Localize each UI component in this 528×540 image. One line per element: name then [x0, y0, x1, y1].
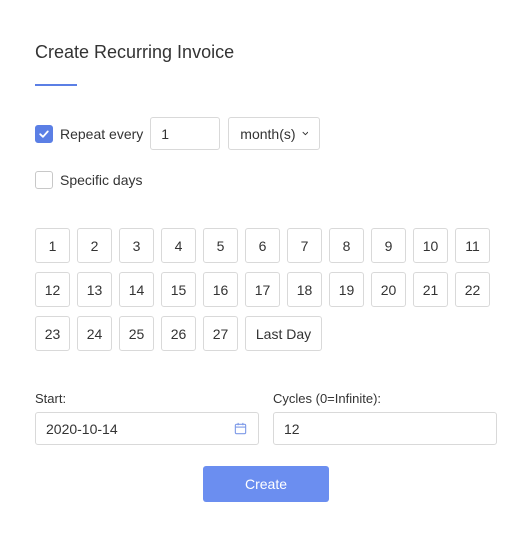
day-button-10[interactable]: 10	[413, 228, 448, 263]
day-button-25[interactable]: 25	[119, 316, 154, 351]
repeat-interval-input[interactable]: 1	[150, 117, 221, 150]
day-button-19[interactable]: 19	[329, 272, 364, 307]
specific-days-row: Specific days	[35, 171, 142, 189]
start-date-value: 2020-10-14	[46, 420, 118, 437]
cycles-label: Cycles (0=Infinite):	[273, 391, 382, 406]
checkmark-icon	[39, 130, 49, 138]
day-button-20[interactable]: 20	[371, 272, 406, 307]
start-date-input[interactable]: 2020-10-14	[35, 412, 259, 445]
day-button-12[interactable]: 12	[35, 272, 70, 307]
day-button-8[interactable]: 8	[329, 228, 364, 263]
calendar-icon[interactable]	[233, 421, 248, 436]
day-button-26[interactable]: 26	[161, 316, 196, 351]
repeat-unit-select[interactable]: month(s)	[228, 117, 321, 150]
day-button-2[interactable]: 2	[77, 228, 112, 263]
day-button-14[interactable]: 14	[119, 272, 154, 307]
start-label: Start:	[35, 391, 67, 406]
day-button-24[interactable]: 24	[77, 316, 112, 351]
day-button-18[interactable]: 18	[287, 272, 322, 307]
day-button-23[interactable]: 23	[35, 316, 70, 351]
day-button-11[interactable]: 11	[455, 228, 490, 263]
cycles-value: 12	[284, 420, 300, 437]
day-button-6[interactable]: 6	[245, 228, 280, 263]
day-button-4[interactable]: 4	[161, 228, 196, 263]
repeat-label: Repeat every	[60, 125, 144, 142]
day-button-5[interactable]: 5	[203, 228, 238, 263]
repeat-unit-value: month(s)	[240, 125, 296, 142]
day-button-15[interactable]: 15	[161, 272, 196, 307]
dialog-title: Create Recurring Invoice	[35, 42, 235, 62]
day-button-22[interactable]: 22	[455, 272, 490, 307]
create-button[interactable]: Create	[203, 466, 329, 502]
chevron-down-icon	[302, 131, 308, 136]
cycles-input[interactable]: 12	[273, 412, 497, 445]
repeat-interval-value: 1	[161, 125, 170, 142]
day-button-17[interactable]: 17	[245, 272, 280, 307]
day-button-27[interactable]: 27	[203, 316, 238, 351]
title-underline	[35, 84, 77, 86]
specific-days-checkbox[interactable]	[35, 171, 53, 189]
day-button-3[interactable]: 3	[119, 228, 154, 263]
day-button-7[interactable]: 7	[287, 228, 322, 263]
specific-days-label: Specific days	[60, 172, 143, 188]
day-button-9[interactable]: 9	[371, 228, 406, 263]
day-button-21[interactable]: 21	[413, 272, 448, 307]
day-button-16[interactable]: 16	[203, 272, 238, 307]
day-button-1[interactable]: 1	[35, 228, 70, 263]
day-button-last-day[interactable]: Last Day	[245, 316, 322, 351]
repeat-checkbox[interactable]	[35, 124, 53, 143]
day-button-13[interactable]: 13	[77, 272, 112, 307]
repeat-row: Repeat every 1 month(s)	[35, 117, 321, 150]
